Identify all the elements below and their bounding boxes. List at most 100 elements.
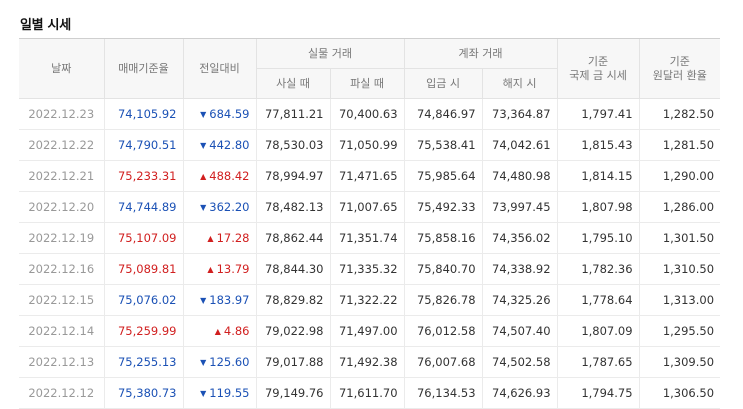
- usd-krw-rate-cell: 1,282.50: [638, 98, 721, 130]
- deposit-cell-value: 75,840.70: [416, 262, 476, 276]
- deposit-cell-value: 75,858.16: [416, 231, 476, 245]
- withdraw-cell: 74,338.92: [481, 253, 558, 285]
- deposit-cell: 75,985.64: [403, 160, 483, 192]
- intl-gold-price-cell-value: 1,815.43: [581, 138, 633, 152]
- cash-sell-cell-value: 71,322.22: [338, 293, 398, 307]
- date-cell: 2022.12.21: [19, 160, 104, 192]
- header-usd-krw-rate[interactable]: 기준 원달러 환율: [638, 38, 721, 99]
- table-body: 2022.12.23 74,105.92 ▼ 684.59 77,811.21 70,40…: [19, 98, 721, 409]
- cash-buy-cell-value: 78,844.30: [264, 262, 324, 276]
- base-rate-cell: 74,105.92: [103, 98, 183, 130]
- triangle-down-icon: ▼: [200, 358, 207, 367]
- table-row: 2022.12.13 75,255.13 ▼ 125.60 79,017.88 71,49…: [19, 346, 721, 378]
- table-row: 2022.12.12 75,380.73 ▼ 119.55 79,149.76 71,61…: [19, 377, 721, 409]
- usd-krw-rate-cell-value: 1,286.00: [662, 200, 715, 214]
- table-row: 2022.12.16 75,089.81 ▲ 13.79 78,844.30 71,335…: [19, 253, 721, 285]
- header-cash-sell[interactable]: 파실 때: [329, 68, 405, 99]
- table-row: 2022.12.20 74,744.89 ▼ 362.20 78,482.13 71,00…: [19, 191, 721, 223]
- date-cell: 2022.12.19: [19, 222, 104, 254]
- cash-sell-cell: 71,335.32: [329, 253, 405, 285]
- change-cell: ▲ 17.28: [182, 222, 256, 254]
- deposit-cell-value: 74,846.97: [416, 107, 476, 121]
- page-title: 일별 시세: [20, 18, 71, 33]
- table-row: 2022.12.19 75,107.09 ▲ 17.28 78,862.44 71,351…: [19, 222, 721, 254]
- date-cell: 2022.12.15: [19, 284, 104, 316]
- change-cell: ▼ 442.80: [182, 129, 256, 161]
- date-cell-value: 2022.12.21: [28, 169, 95, 183]
- cash-sell-cell-value: 71,050.99: [338, 138, 398, 152]
- change-value: 125.60: [209, 355, 250, 369]
- deposit-cell: 75,492.33: [403, 191, 483, 223]
- date-cell-value: 2022.12.22: [28, 138, 95, 152]
- withdraw-cell-value: 73,997.45: [492, 200, 551, 214]
- date-cell: 2022.12.14: [19, 315, 104, 347]
- cash-sell-cell: 71,497.00: [329, 315, 405, 347]
- change-value: 684.59: [209, 107, 250, 121]
- base-rate-cell: 75,076.02: [103, 284, 183, 316]
- cash-buy-cell-value: 78,994.97: [264, 169, 324, 183]
- withdraw-cell: 74,626.93: [481, 377, 558, 409]
- header-date[interactable]: 날짜: [19, 38, 104, 99]
- cash-sell-cell: 71,351.74: [329, 222, 405, 254]
- intl-gold-price-cell-value: 1,787.65: [581, 355, 633, 369]
- usd-krw-rate-cell-value: 1,309.50: [662, 355, 715, 369]
- cash-sell-cell: 71,007.65: [329, 191, 405, 223]
- triangle-down-icon: ▼: [200, 389, 207, 398]
- table-row: 2022.12.23 74,105.92 ▼ 684.59 77,811.21 70,40…: [19, 98, 721, 130]
- usd-krw-rate-cell: 1,301.50: [638, 222, 721, 254]
- withdraw-cell-value: 74,042.61: [492, 138, 551, 152]
- cash-buy-cell-value: 79,149.76: [264, 386, 324, 400]
- date-cell: 2022.12.20: [19, 191, 104, 223]
- intl-gold-price-cell: 1,794.75: [556, 377, 640, 409]
- header-cash-trade-group: 실물 거래: [255, 38, 405, 69]
- cash-sell-cell-value: 71,335.32: [338, 262, 398, 276]
- withdraw-cell: 73,364.87: [481, 98, 558, 130]
- deposit-cell: 74,846.97: [403, 98, 483, 130]
- intl-gold-price-cell-value: 1,797.41: [581, 107, 633, 121]
- base-rate-cell-value: 75,107.09: [117, 231, 177, 245]
- withdraw-cell-value: 73,364.87: [492, 107, 551, 121]
- withdraw-cell-value: 74,502.58: [492, 355, 551, 369]
- change-value: 362.20: [209, 200, 250, 214]
- withdraw-cell-value: 74,480.98: [492, 169, 551, 183]
- deposit-cell: 75,840.70: [403, 253, 483, 285]
- cash-sell-cell-value: 71,611.70: [338, 386, 398, 400]
- cash-sell-cell-value: 70,400.63: [338, 107, 398, 121]
- header-base-rate[interactable]: 매매기준율: [103, 38, 183, 99]
- cash-buy-cell-value: 78,862.44: [264, 231, 324, 245]
- header-change[interactable]: 전일대비: [182, 38, 256, 99]
- triangle-up-icon: ▲: [214, 327, 221, 336]
- usd-krw-rate-cell-value: 1,313.00: [662, 293, 715, 307]
- date-cell-value: 2022.12.12: [28, 386, 95, 400]
- header-cash-buy[interactable]: 사실 때: [255, 68, 330, 99]
- intl-gold-price-cell-value: 1,794.75: [581, 386, 633, 400]
- intl-gold-price-cell: 1,814.15: [556, 160, 640, 192]
- change-value: 17.28: [216, 231, 250, 245]
- base-rate-cell-value: 75,255.13: [117, 355, 177, 369]
- header-intl-gold-price[interactable]: 기준 국제 금 시세: [556, 38, 640, 99]
- triangle-down-icon: ▼: [200, 110, 207, 119]
- date-cell-value: 2022.12.15: [28, 293, 95, 307]
- base-rate-cell-value: 75,259.99: [117, 324, 177, 338]
- cash-sell-cell-value: 71,007.65: [338, 200, 398, 214]
- header-deposit[interactable]: 입금 시: [403, 68, 483, 99]
- usd-krw-rate-cell: 1,313.00: [638, 284, 721, 316]
- date-cell: 2022.12.12: [19, 377, 104, 409]
- withdraw-cell-value: 74,325.26: [492, 293, 551, 307]
- withdraw-cell: 74,507.40: [481, 315, 558, 347]
- date-cell: 2022.12.22: [19, 129, 104, 161]
- usd-krw-rate-cell: 1,281.50: [638, 129, 721, 161]
- cash-buy-cell-value: 78,482.13: [264, 200, 324, 214]
- withdraw-cell: 74,356.02: [481, 222, 558, 254]
- date-cell-value: 2022.12.16: [28, 262, 95, 276]
- base-rate-cell: 75,233.31: [103, 160, 183, 192]
- usd-krw-rate-cell-value: 1,301.50: [662, 231, 715, 245]
- usd-krw-rate-cell: 1,310.50: [638, 253, 721, 285]
- intl-gold-price-cell: 1,797.41: [556, 98, 640, 130]
- change-value: 488.42: [209, 169, 250, 183]
- table-row: 2022.12.14 75,259.99 ▲ 4.86 79,022.98 71,497.…: [19, 315, 721, 347]
- header-withdraw[interactable]: 해지 시: [481, 68, 558, 99]
- base-rate-cell: 75,380.73: [103, 377, 183, 409]
- cash-buy-cell-value: 78,530.03: [264, 138, 324, 152]
- cash-buy-cell: 78,829.82: [255, 284, 330, 316]
